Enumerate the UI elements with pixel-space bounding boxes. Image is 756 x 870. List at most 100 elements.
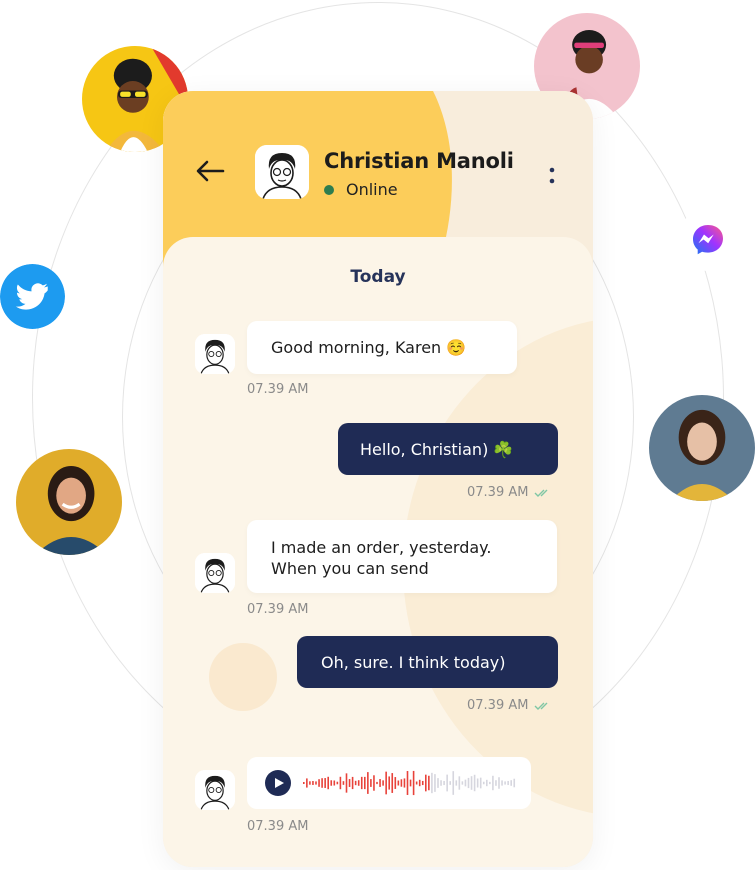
waveform-bar [458,776,461,790]
waveform-bar [452,771,455,795]
waveform-bar [428,775,430,791]
outgoing-message-bubble[interactable]: Oh, sure. I think today) [297,636,558,688]
waveform-bar [507,780,509,786]
waveform-bar [367,772,369,794]
back-arrow-icon[interactable] [195,159,225,183]
waveform-bar [504,781,506,785]
waveform-bar [318,779,320,787]
more-options-icon[interactable] [547,164,557,190]
waveform-bar [464,779,467,787]
message-text-line-1: I made an order, yesterday. [271,538,492,557]
waveform-bar [324,778,326,788]
waveform-bar [446,774,448,792]
waveform-bar [385,771,387,795]
waveform-bar [461,781,464,785]
waveform-bar [467,777,470,789]
waveform-bar [345,773,348,793]
waveform-bar [486,779,488,787]
waveform-bar [498,777,500,789]
waveform-bar [473,774,476,792]
twitter-icon[interactable] [0,264,65,329]
waveform-bar [360,776,363,790]
waveform-bar [400,779,403,787]
incoming-message-bubble[interactable]: I made an order, yesterday. When you can… [247,520,557,593]
waveform-bar [388,776,390,790]
waveform-bar [303,782,305,784]
waveform-bar [354,780,357,786]
waveform-bar [482,781,485,785]
play-button[interactable] [265,770,291,796]
waveform-bar [425,774,427,792]
double-check-icon [534,702,548,710]
contact-avatar[interactable] [255,145,309,199]
waveform-bar [437,778,439,788]
waveform-bar [351,776,354,790]
waveform-bar [489,781,491,785]
waveform-bar [443,780,445,786]
waveform-bar [333,780,336,786]
waveform-bar [394,777,397,789]
waveform-bar [421,780,424,786]
waveform-bar [339,776,342,790]
status-label: Online [346,180,398,199]
waveform-bar [501,780,503,786]
waveform-bar [513,778,516,788]
waveform-bar [306,778,308,788]
waveform-bar [406,771,409,795]
waveform-bar [379,779,381,787]
waveform-bar [403,778,406,788]
waveform-bar [370,779,372,787]
online-dot [324,184,334,195]
waveform-bar [315,781,317,785]
incoming-message-bubble[interactable]: Good morning, Karen ☺️ [247,321,517,374]
waveform-bar [397,780,400,786]
message-timestamp: 07.39 AM [247,382,309,397]
message-text-line-2: When you can send [271,559,429,578]
waveform-bar [309,781,311,785]
sender-avatar [195,770,235,810]
waveform-bar [376,781,378,785]
waveform-bar [327,776,329,790]
waveform-bar [479,777,482,789]
message-text: Hello, Christian) ☘️ [360,440,514,459]
waveform-bar [357,780,360,786]
chat-window: Christian Manoli Online Today Good morni… [163,91,593,867]
audio-waveform[interactable] [303,769,518,797]
waveform-bar [336,781,339,785]
message-list: Today Good morning, Karen ☺️ 07.39 AM He… [163,237,593,867]
waveform-bar [434,774,436,792]
waveform-bar [330,780,333,786]
waveform-bar [492,775,494,791]
message-text: Good morning, Karen ☺️ [271,338,467,357]
waveform-bar [348,779,351,787]
user-avatar-smiling [16,449,122,555]
waveform-bar [510,780,512,786]
waveform-bar [431,772,433,794]
waveform-bar [418,779,421,787]
outgoing-message-bubble[interactable]: Hello, Christian) ☘️ [338,423,558,475]
voice-message-bubble [247,757,531,809]
waveform-bar [342,781,345,785]
waveform-bar [364,776,366,790]
double-check-icon [534,489,548,497]
waveform-bar [373,775,375,791]
message-text: Oh, sure. I think today) [321,653,506,672]
message-timestamp: 07.39 AM [467,485,552,500]
waveform-bar [455,780,458,786]
contact-name: Christian Manoli [324,149,514,173]
waveform-bar [470,776,473,790]
user-avatar-woman-blue [649,395,755,501]
message-timestamp: 07.39 AM [467,698,552,713]
sender-avatar [195,334,235,374]
messenger-icon[interactable] [677,209,739,271]
timestamp-text: 07.39 AM [467,698,529,713]
waveform-bar [476,778,479,788]
sender-avatar [195,553,235,593]
date-separator: Today [350,267,406,287]
message-timestamp: 07.39 AM [247,602,309,617]
waveform-bar [382,780,384,786]
waveform-bar [409,779,412,787]
waveform-bar [449,781,451,785]
waveform-bar [412,770,415,796]
waveform-bar [495,780,497,786]
